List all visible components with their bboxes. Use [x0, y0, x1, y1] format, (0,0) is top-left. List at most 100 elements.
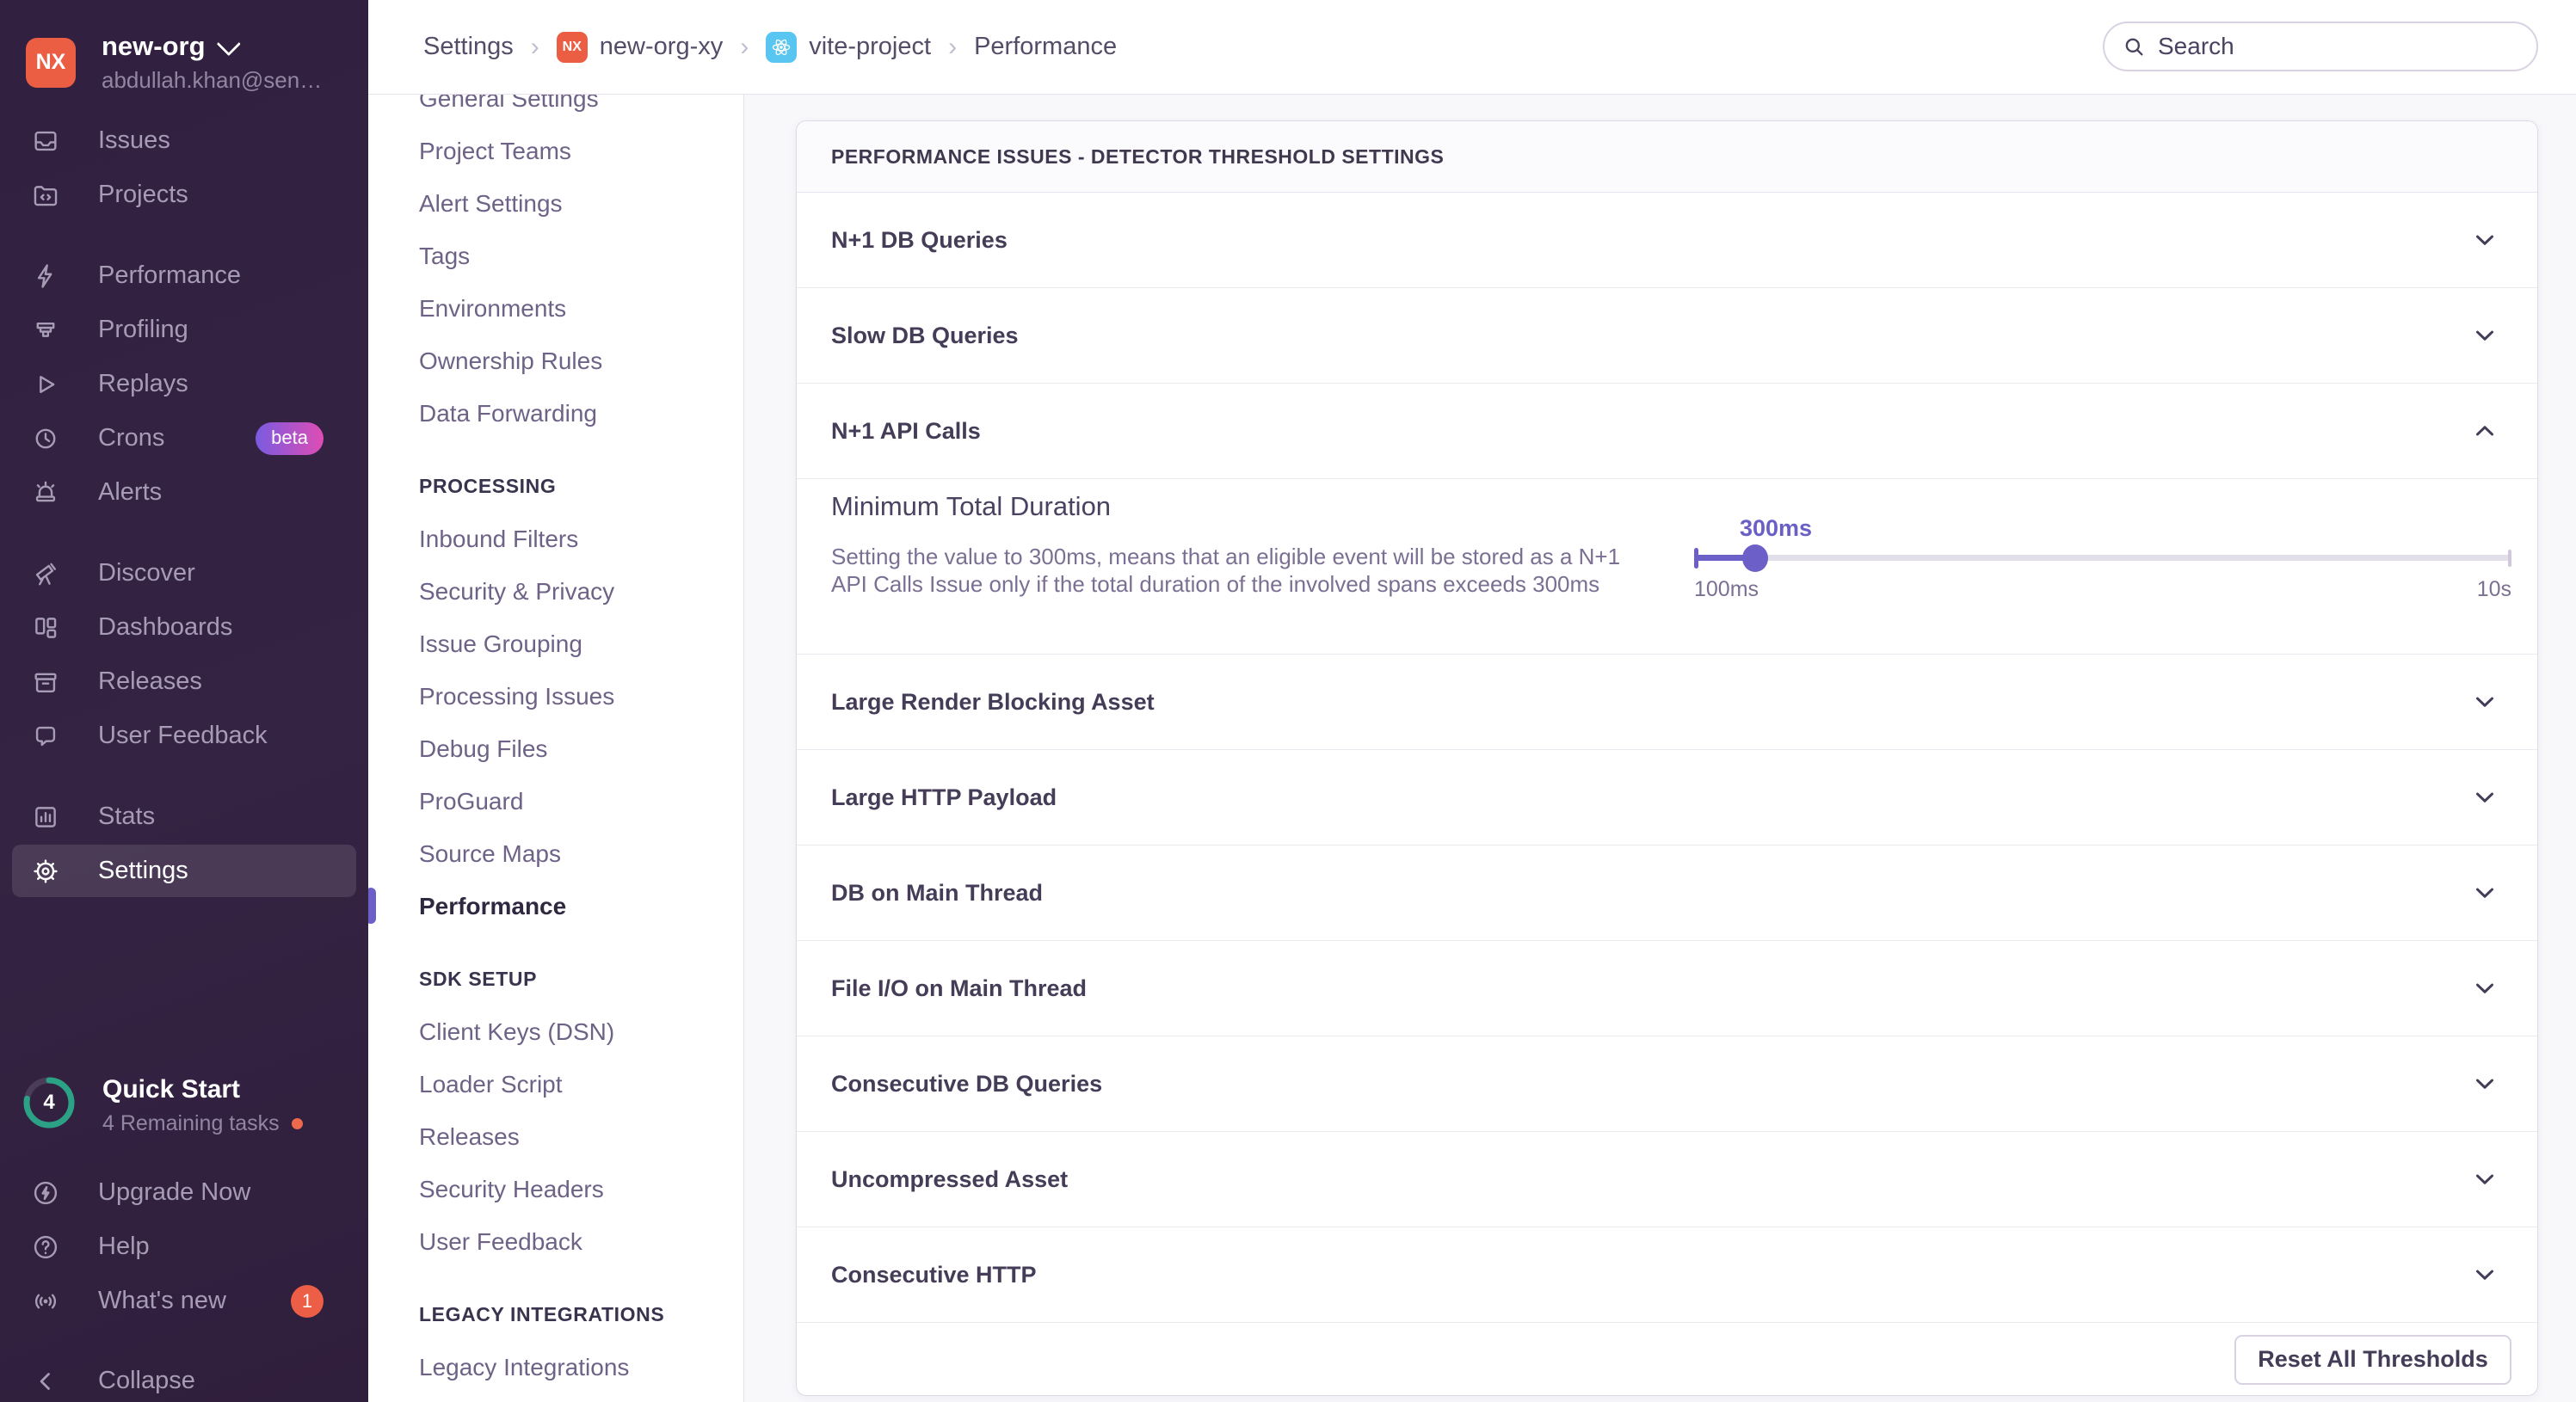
- sidebar-item-performance[interactable]: Performance: [0, 249, 368, 303]
- accordion-row-consecutive-db-queries[interactable]: Consecutive DB Queries: [797, 1036, 2537, 1132]
- slider-end-cap: [2508, 549, 2511, 567]
- setting-label: Minimum Total Duration: [831, 491, 1112, 521]
- crons-clock-icon: [35, 428, 56, 448]
- nav-item-releases[interactable]: Releases: [419, 1110, 743, 1163]
- nav-item-processing-issues[interactable]: Processing Issues: [419, 670, 743, 723]
- help-icon: [34, 1235, 58, 1258]
- chevron-down-icon: [2476, 697, 2493, 707]
- sidebar-item-discover[interactable]: Discover: [0, 546, 368, 600]
- upgrade-bolt-icon: [34, 1181, 58, 1204]
- search-input[interactable]: [2158, 33, 2502, 60]
- duration-slider: 300ms 100ms 10s: [1694, 498, 2511, 618]
- chevron-left-icon: [40, 1372, 50, 1390]
- quick-start-count: 4: [43, 1091, 55, 1114]
- react-project-icon: [766, 31, 798, 63]
- slider-max-label: 10s: [2476, 577, 2511, 601]
- accordion-row-slow-db-queries[interactable]: Slow DB Queries: [797, 288, 2537, 384]
- slider-track[interactable]: [1694, 544, 2511, 572]
- sidebar-item-dashboards[interactable]: Dashboards: [0, 600, 368, 655]
- slider-handle[interactable]: [1742, 544, 1769, 572]
- n1-api-calls-detail: Minimum Total Duration Setting the value…: [797, 479, 2537, 655]
- sidebar-item-projects[interactable]: Projects: [0, 168, 368, 222]
- nav-item-performance[interactable]: Performance: [419, 880, 743, 932]
- org-avatar: NX: [26, 37, 76, 88]
- breadcrumb-project[interactable]: vite-project: [766, 31, 931, 63]
- chevron-down-icon: [2476, 235, 2493, 245]
- app-sidebar: NX new-org abdullah.khan@sen… Issues Pro…: [0, 0, 368, 1402]
- breadcrumb-organization[interactable]: NX new-org-xy: [556, 31, 723, 63]
- nav-item-legacy-integrations[interactable]: Legacy Integrations: [419, 1341, 743, 1393]
- nav-item-client-keys[interactable]: Client Keys (DSN): [419, 1005, 743, 1058]
- reset-all-thresholds-button[interactable]: Reset All Thresholds: [2234, 1334, 2511, 1385]
- settings-nav: General Settings Project Teams Alert Set…: [368, 95, 744, 1402]
- sidebar-item-crons[interactable]: Crons beta: [0, 411, 368, 465]
- accordion-row-large-http-payload[interactable]: Large HTTP Payload: [797, 750, 2537, 846]
- sidebar-item-issues[interactable]: Issues: [0, 114, 368, 168]
- profiling-icon: [36, 322, 55, 337]
- nav-item-tags[interactable]: Tags: [419, 230, 743, 282]
- sidebar-item-whats-new[interactable]: What's new 1: [0, 1274, 368, 1328]
- accordion-row-n1-api-calls[interactable]: N+1 API Calls: [797, 384, 2537, 479]
- accordion-row-consecutive-http[interactable]: Consecutive HTTP: [797, 1227, 2537, 1323]
- sidebar-item-releases[interactable]: Releases: [0, 655, 368, 709]
- dashboards-icon: [35, 617, 57, 638]
- performance-icon: [37, 263, 52, 288]
- nav-item-debug-files[interactable]: Debug Files: [419, 723, 743, 775]
- accordion-row-db-on-main-thread[interactable]: DB on Main Thread: [797, 846, 2537, 941]
- accordion-row-large-render-blocking-asset[interactable]: Large Render Blocking Asset: [797, 655, 2537, 750]
- sidebar-collapse-button[interactable]: Collapse: [0, 1354, 368, 1402]
- sidebar-item-profiling[interactable]: Profiling: [0, 303, 368, 357]
- nav-item-security-headers[interactable]: Security Headers: [419, 1163, 743, 1215]
- nav-item-inbound-filters[interactable]: Inbound Filters: [419, 513, 743, 565]
- slider-start-cap: [1694, 547, 1698, 569]
- sidebar-item-help[interactable]: Help: [0, 1220, 368, 1274]
- nav-item-general-settings[interactable]: General Settings: [419, 95, 743, 125]
- broadcast-icon: [34, 1294, 57, 1308]
- projects-icon: [34, 185, 58, 206]
- nav-item-proguard[interactable]: ProGuard: [419, 775, 743, 827]
- chevron-up-icon: [2476, 426, 2493, 436]
- nav-item-source-maps[interactable]: Source Maps: [419, 827, 743, 880]
- nav-item-loader-script[interactable]: Loader Script: [419, 1058, 743, 1110]
- search-icon: [2125, 38, 2143, 56]
- nav-item-issue-grouping[interactable]: Issue Grouping: [419, 618, 743, 670]
- nav-item-ownership-rules[interactable]: Ownership Rules: [419, 335, 743, 387]
- sidebar-item-settings[interactable]: Settings: [12, 845, 356, 897]
- quick-start[interactable]: 4 Quick Start 4 Remaining tasks: [22, 1075, 303, 1136]
- panel-title: PERFORMANCE ISSUES - DETECTOR THRESHOLD …: [797, 121, 2537, 193]
- chevron-down-icon: [2476, 983, 2493, 993]
- sidebar-item-replays[interactable]: Replays: [0, 357, 368, 411]
- chevron-down-icon: [216, 32, 241, 57]
- quick-start-progress-ring: 4: [22, 1075, 77, 1130]
- breadcrumb-separator: ›: [948, 32, 958, 61]
- chevron-down-icon: [2476, 330, 2493, 341]
- breadcrumb-settings[interactable]: Settings: [423, 33, 514, 61]
- active-nav-indicator: [368, 888, 376, 924]
- slider-min-label: 100ms: [1694, 577, 1759, 601]
- org-email: abdullah.khan@sen…: [102, 67, 323, 93]
- nav-item-alert-settings[interactable]: Alert Settings: [419, 177, 743, 230]
- breadcrumb-separator: ›: [740, 32, 749, 61]
- accordion-row-uncompressed-asset[interactable]: Uncompressed Asset: [797, 1132, 2537, 1227]
- breadcrumb: Settings › NX new-org-xy › vite-project …: [423, 31, 1117, 63]
- accordion-row-n1-db-queries[interactable]: N+1 DB Queries: [797, 193, 2537, 288]
- org-name: new-org: [102, 31, 206, 61]
- nav-item-user-feedback[interactable]: User Feedback: [419, 1215, 743, 1268]
- nav-item-project-teams[interactable]: Project Teams: [419, 125, 743, 177]
- nav-item-environments[interactable]: Environments: [419, 282, 743, 335]
- beta-badge: beta: [256, 421, 324, 455]
- accordion-row-file-io-on-main-thread[interactable]: File I/O on Main Thread: [797, 941, 2537, 1036]
- sidebar-item-stats[interactable]: Stats: [0, 790, 368, 844]
- sidebar-item-upgrade-now[interactable]: Upgrade Now: [0, 1165, 368, 1220]
- org-switcher[interactable]: NX new-org abdullah.khan@sen…: [26, 31, 322, 94]
- stats-icon: [35, 806, 56, 827]
- chevron-down-icon: [2476, 888, 2493, 898]
- search-box[interactable]: [2103, 22, 2538, 71]
- nav-item-security-privacy[interactable]: Security & Privacy: [419, 565, 743, 618]
- nav-item-data-forwarding[interactable]: Data Forwarding: [419, 387, 743, 440]
- detector-threshold-panel: PERFORMANCE ISSUES - DETECTOR THRESHOLD …: [796, 120, 2538, 1396]
- replays-icon: [40, 375, 55, 393]
- sidebar-item-alerts[interactable]: Alerts: [0, 465, 368, 520]
- breadcrumb-separator: ›: [530, 32, 539, 61]
- sidebar-item-user-feedback[interactable]: User Feedback: [0, 709, 368, 763]
